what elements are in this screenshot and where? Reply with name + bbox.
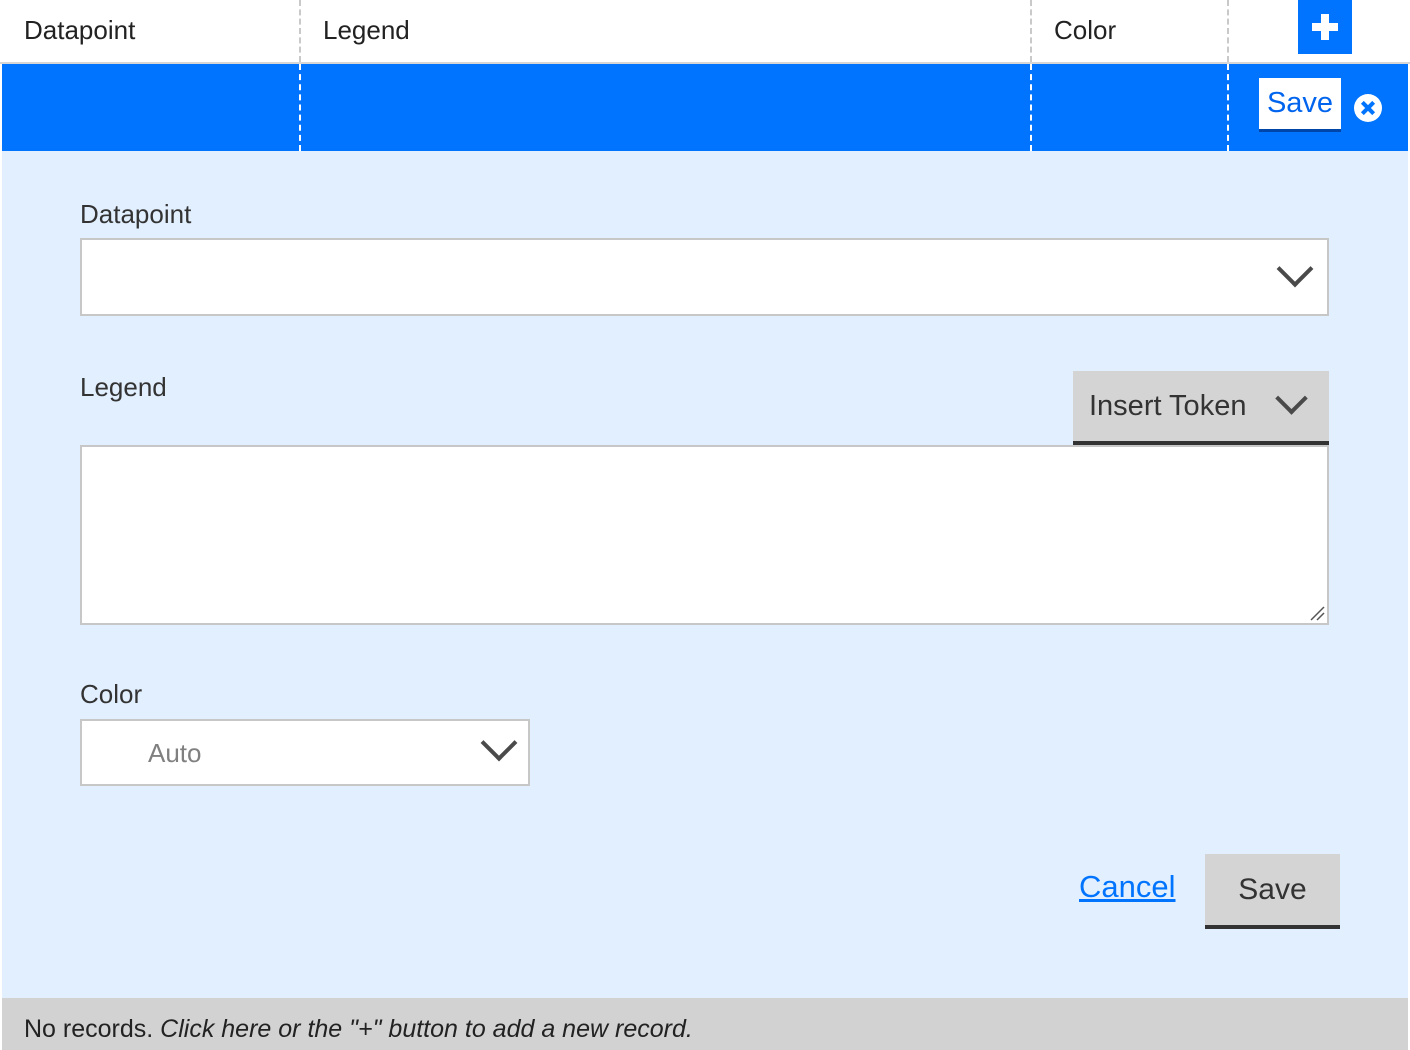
color-label: Color: [80, 679, 143, 709]
row-save-button[interactable]: Save: [1259, 78, 1341, 132]
datapoint-select[interactable]: [80, 238, 1329, 316]
color-select-value: Auto: [148, 738, 202, 768]
legend-textarea[interactable]: [80, 445, 1329, 625]
column-divider: [1030, 0, 1032, 62]
insert-token-label: Insert Token: [1089, 389, 1247, 422]
add-record-hint: Click here or the "+" button to add a ne…: [160, 1015, 693, 1043]
grid-header: Datapoint Legend Color: [0, 0, 1410, 64]
column-divider: [299, 0, 301, 62]
save-button[interactable]: Save: [1205, 854, 1340, 929]
cancel-link[interactable]: Cancel: [1079, 869, 1176, 905]
column-divider: [1227, 64, 1229, 151]
column-header-datapoint[interactable]: Datapoint: [24, 0, 135, 62]
column-header-color[interactable]: Color: [1054, 0, 1116, 62]
column-divider: [1227, 0, 1229, 62]
datapoint-label: Datapoint: [80, 199, 192, 229]
add-record-button[interactable]: [1298, 0, 1352, 54]
chevron-down-icon: [480, 724, 518, 762]
chevron-down-icon: [1275, 382, 1308, 415]
no-records-footer[interactable]: No records. Click here or the "+" button…: [2, 998, 1408, 1050]
color-select[interactable]: Auto: [80, 719, 530, 786]
chevron-down-icon: [1276, 250, 1314, 288]
column-header-legend[interactable]: Legend: [323, 0, 410, 62]
editing-row[interactable]: Save: [2, 64, 1408, 151]
close-circle-icon[interactable]: [1354, 94, 1382, 122]
insert-token-button[interactable]: Insert Token: [1073, 371, 1329, 445]
no-records-text: No records.: [24, 1015, 154, 1043]
legend-label: Legend: [80, 372, 167, 402]
resize-handle-icon[interactable]: [1307, 603, 1325, 621]
column-divider: [299, 64, 301, 151]
datapoints-grid: Datapoint Legend Color Save Datapoint Le…: [0, 0, 1410, 1050]
edit-form-panel: Datapoint Legend Insert Token Color Auto…: [2, 151, 1408, 998]
column-divider: [1030, 64, 1032, 151]
